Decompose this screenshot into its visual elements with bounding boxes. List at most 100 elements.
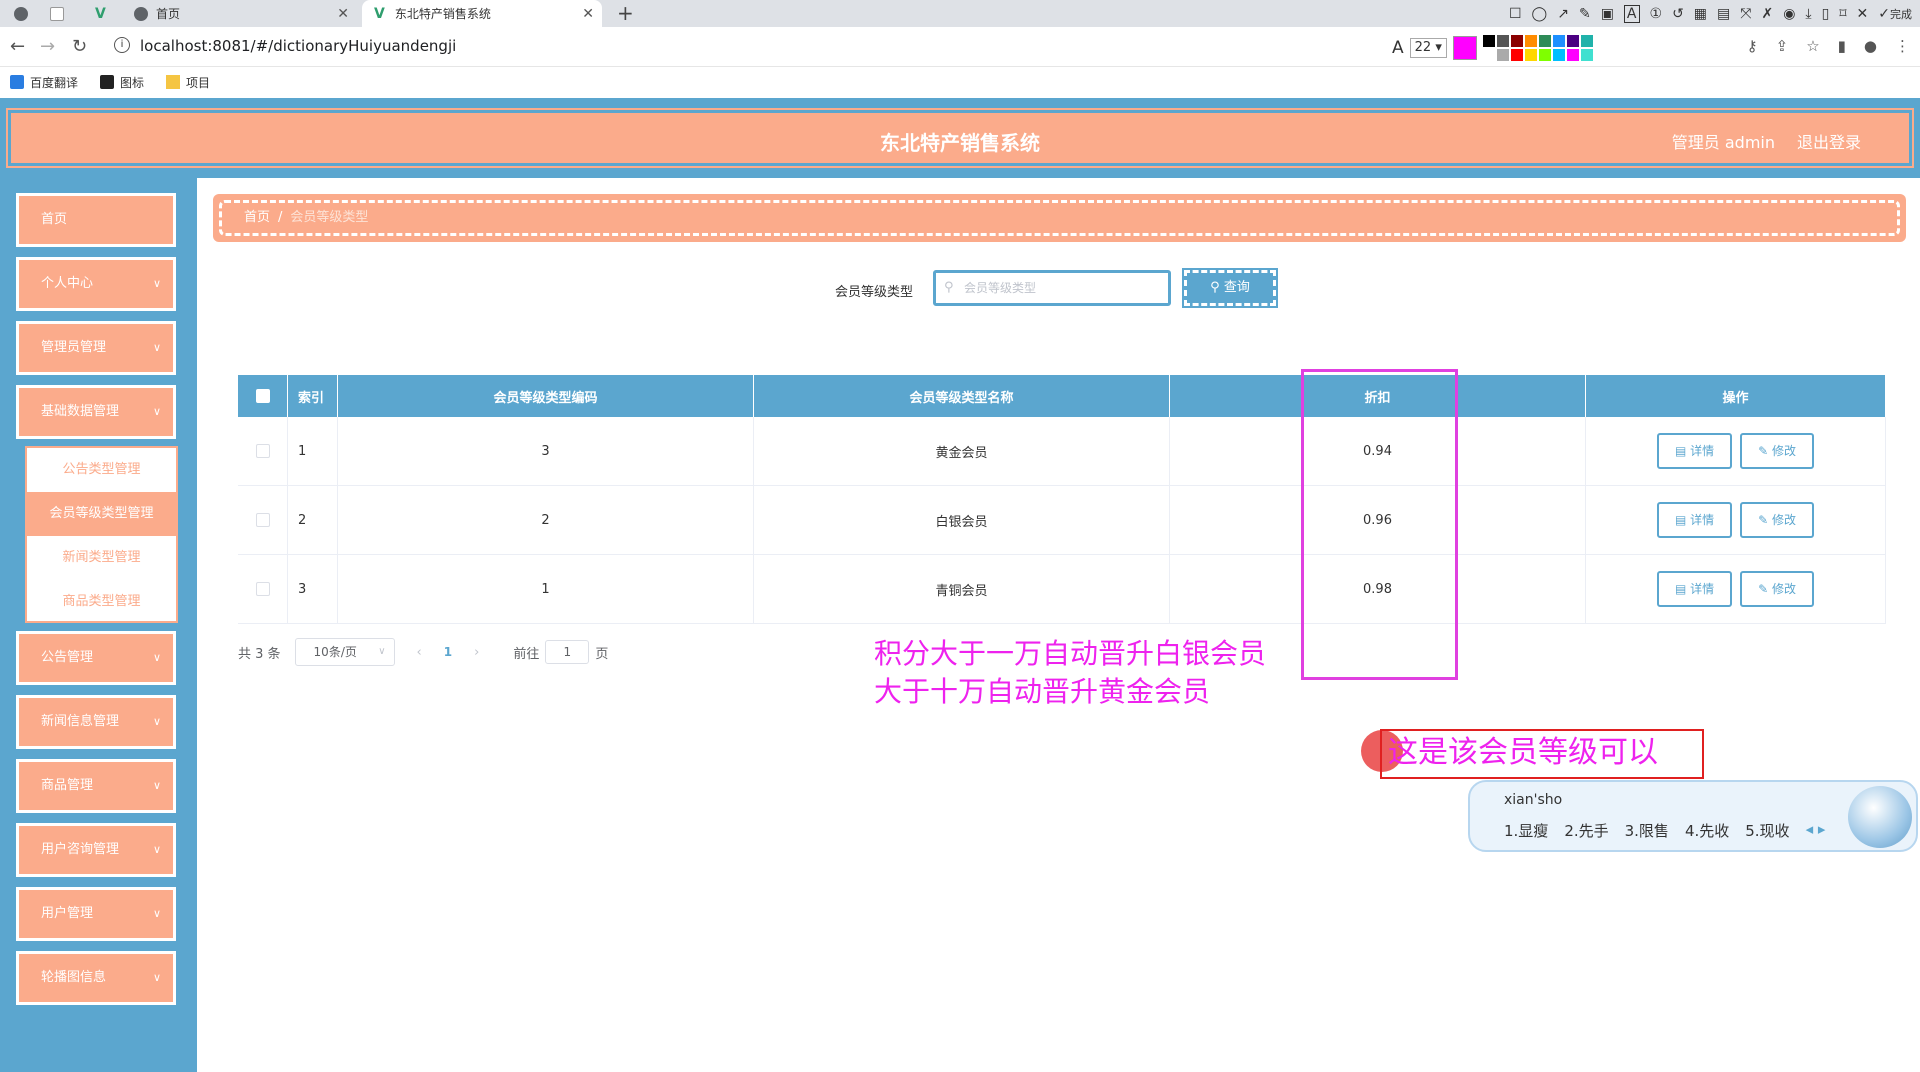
tab-pinned-3[interactable]: V xyxy=(95,0,106,27)
color-swatch[interactable] xyxy=(1482,49,1495,61)
download-icon[interactable]: ⤓ xyxy=(1805,6,1811,22)
next-page-icon[interactable]: › xyxy=(474,645,479,660)
color-swatch[interactable] xyxy=(1496,35,1509,47)
color-swatch[interactable] xyxy=(1482,35,1495,47)
url-field[interactable]: localhost:8081/#/dictionaryHuiyuandengji xyxy=(140,37,456,55)
search-input[interactable] xyxy=(964,278,1154,298)
goto-page-input[interactable]: 1 xyxy=(545,640,590,664)
color-swatch[interactable] xyxy=(1552,35,1565,47)
color-swatch[interactable] xyxy=(1566,35,1579,47)
mosaic-icon[interactable]: ▦ xyxy=(1694,6,1707,22)
edit-button[interactable]: ✎ 修改 xyxy=(1740,433,1815,469)
sidepanel-icon[interactable]: ▮ xyxy=(1838,37,1846,55)
row-checkbox[interactable] xyxy=(255,513,270,527)
color-swatch[interactable] xyxy=(1524,49,1537,61)
submenu-item-notice-type[interactable]: 公告类型管理 xyxy=(27,448,176,492)
submenu-item-member-level-type[interactable]: 会员等级类型管理 xyxy=(27,492,176,536)
sidebar-item-home[interactable]: 首页 xyxy=(16,193,176,247)
tab-home[interactable]: 首页 ✕ xyxy=(132,0,357,27)
sidebar-item-notices[interactable]: 公告管理 ∨ xyxy=(16,631,176,685)
done-button[interactable]: ✓完成 xyxy=(1878,6,1912,22)
color-swatch[interactable] xyxy=(1524,35,1537,47)
profile-icon[interactable]: ● xyxy=(1864,37,1877,55)
ime-page-arrows-icon[interactable]: ◂ ▸ xyxy=(1806,820,1826,841)
ime-candidate[interactable]: 2.先手 xyxy=(1564,820,1608,841)
color-swatch[interactable] xyxy=(1538,49,1551,61)
bookmark-project[interactable]: 项目 xyxy=(166,74,210,91)
detail-button[interactable]: ▤ 详情 xyxy=(1656,433,1733,469)
select-all-checkbox[interactable] xyxy=(255,389,270,403)
record-icon[interactable]: ◉ xyxy=(1783,6,1795,22)
color-swatch[interactable] xyxy=(1566,49,1579,61)
share-icon[interactable]: ⇪ xyxy=(1776,37,1789,55)
close-icon[interactable]: ✕ xyxy=(337,6,349,22)
sidebar-item-users[interactable]: 用户管理 ∨ xyxy=(16,887,176,941)
bookmark-icon[interactable]: ⌑ xyxy=(1839,6,1846,22)
breadcrumb-home[interactable]: 首页 xyxy=(244,210,270,225)
ime-candidate[interactable]: 3.限售 xyxy=(1625,820,1669,841)
sidebar-item-admins[interactable]: 管理员管理 ∨ xyxy=(16,321,176,375)
rectangle-tool-icon[interactable]: ☐ xyxy=(1509,6,1522,22)
detail-button[interactable]: ▤ 详情 xyxy=(1656,571,1733,607)
sidebar-item-label: 轮播图信息 xyxy=(41,970,107,985)
ocr-icon[interactable]: ⤧ xyxy=(1740,6,1751,22)
close-icon[interactable]: ✕ xyxy=(582,6,594,22)
prev-page-icon[interactable]: ‹ xyxy=(417,645,422,660)
back-icon[interactable]: ← xyxy=(10,36,25,57)
site-info-icon[interactable]: i xyxy=(114,37,130,53)
circle-tool-icon[interactable]: ◯ xyxy=(1532,6,1548,22)
cancel-icon[interactable]: ✕ xyxy=(1857,6,1869,22)
sidebar-item-goods[interactable]: 商品管理 ∨ xyxy=(16,759,176,813)
text-tool-icon[interactable]: A xyxy=(1623,4,1640,23)
reload-icon[interactable]: ↻ xyxy=(72,36,87,57)
ime-candidate[interactable]: 5.现收 xyxy=(1745,820,1789,841)
undo-icon[interactable]: ↺ xyxy=(1672,6,1684,22)
edit-button[interactable]: ✎ 修改 xyxy=(1740,571,1815,607)
sidebar-item-profile[interactable]: 个人中心 ∨ xyxy=(16,257,176,311)
logout-link[interactable]: 退出登录 xyxy=(1797,129,1861,153)
search-field[interactable]: ⚲ xyxy=(933,270,1171,306)
color-swatch[interactable] xyxy=(1552,49,1565,61)
marker-tool-icon[interactable]: ▣ xyxy=(1601,6,1614,22)
edit-button[interactable]: ✎ 修改 xyxy=(1740,502,1815,538)
pin-icon[interactable]: ✗ xyxy=(1761,6,1773,22)
submenu-item-news-type[interactable]: 新闻类型管理 xyxy=(27,536,176,580)
sidebar-item-news[interactable]: 新闻信息管理 ∨ xyxy=(16,695,176,749)
ime-candidate[interactable]: 4.先收 xyxy=(1685,820,1729,841)
bookmark-baidu-translate[interactable]: 百度翻译 xyxy=(10,74,78,91)
tab-pinned-1[interactable] xyxy=(14,0,36,27)
menu-icon[interactable]: ⋮ xyxy=(1895,37,1910,55)
color-swatch[interactable] xyxy=(1510,49,1523,61)
pen-tool-icon[interactable]: ✎ xyxy=(1579,6,1591,22)
row-checkbox[interactable] xyxy=(255,582,270,596)
forward-icon[interactable]: → xyxy=(40,36,55,57)
current-page[interactable]: 1 xyxy=(444,645,452,659)
color-swatch[interactable] xyxy=(1580,49,1593,61)
detail-button[interactable]: ▤ 详情 xyxy=(1656,502,1733,538)
submenu-item-goods-type[interactable]: 商品类型管理 xyxy=(27,580,176,624)
bookmark-icons[interactable]: 图标 xyxy=(100,74,144,91)
row-checkbox[interactable] xyxy=(255,444,270,458)
current-color-swatch[interactable] xyxy=(1452,36,1477,60)
sidebar-item-base-data[interactable]: 基础数据管理 ∨ xyxy=(16,385,176,439)
ime-candidate[interactable]: 1.显瘦 xyxy=(1504,820,1548,841)
tab-app[interactable]: V 东北特产销售系统 ✕ xyxy=(362,0,602,27)
sidebar-item-carousel[interactable]: 轮播图信息 ∨ xyxy=(16,951,176,1005)
color-swatch[interactable] xyxy=(1496,49,1509,61)
page-size-select[interactable]: 10条/页 ∨ xyxy=(294,638,395,666)
search-button[interactable]: ⚲ 查询 xyxy=(1182,268,1278,308)
sidebar-item-consult[interactable]: 用户咨询管理 ∨ xyxy=(16,823,176,877)
number-tool-icon[interactable]: ① xyxy=(1650,6,1663,22)
key-icon[interactable]: ⚷ xyxy=(1747,37,1758,55)
color-swatch[interactable] xyxy=(1580,35,1593,47)
tab-pinned-2[interactable] xyxy=(50,0,72,27)
new-tab-button[interactable]: + xyxy=(617,1,634,25)
color-swatch[interactable] xyxy=(1538,35,1551,47)
font-size-select[interactable]: 22 ▾ xyxy=(1409,38,1447,58)
annotation-text-input[interactable]: 这是该会员等级可以 xyxy=(1380,729,1704,779)
arrow-tool-icon[interactable]: ↗ xyxy=(1557,6,1569,22)
copy-icon[interactable]: ▯ xyxy=(1822,6,1830,22)
translate-tool-icon[interactable]: ▤ xyxy=(1717,6,1730,22)
star-icon[interactable]: ☆ xyxy=(1806,37,1819,55)
color-swatch[interactable] xyxy=(1510,35,1523,47)
